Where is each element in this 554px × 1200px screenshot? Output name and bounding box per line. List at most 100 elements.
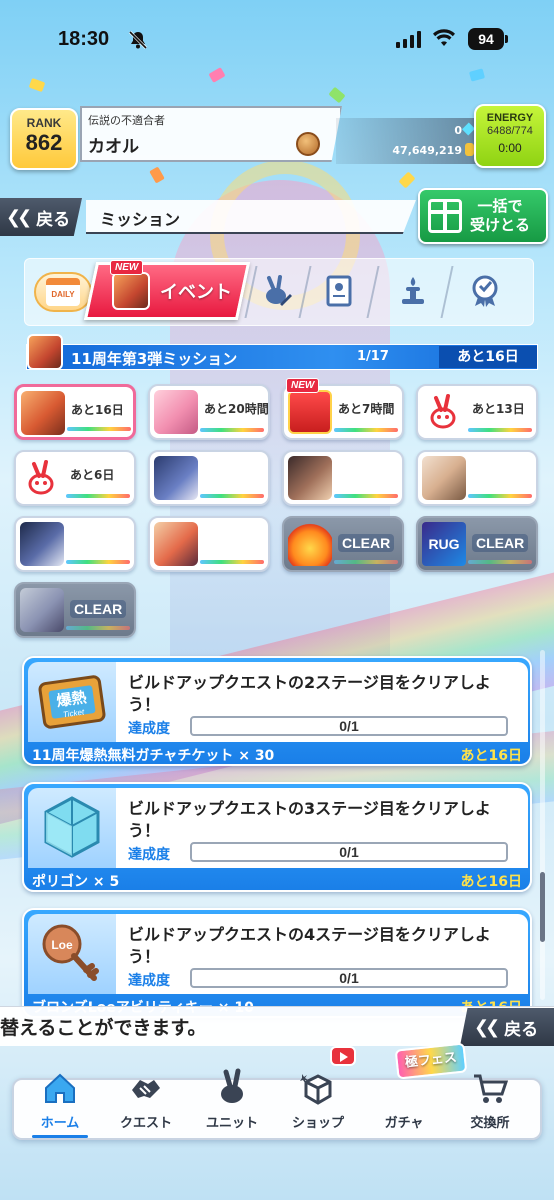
mission-remaining: あと16日: [460, 748, 522, 764]
nav-unit[interactable]: ユニット: [190, 1066, 274, 1140]
player-name: カオル: [88, 137, 139, 157]
card-remaining: あと13日: [472, 402, 525, 416]
rug-logo-icon: RUG: [422, 522, 466, 566]
coin-icon: [465, 143, 474, 156]
rank-label: RANK: [26, 116, 62, 130]
wifi-icon: [433, 29, 455, 46]
progress-value: 0/1: [339, 718, 359, 734]
mission-card[interactable]: [148, 450, 270, 506]
gem-count: 0: [454, 124, 462, 137]
mission-card[interactable]: あと20時間: [148, 384, 270, 440]
calendar-icon: DAILY: [46, 278, 80, 306]
card-progress-bar: [200, 494, 264, 498]
bulk-receive-button[interactable]: 一括で 受けとる: [418, 188, 548, 244]
character-portrait: [288, 456, 332, 500]
mission-row[interactable]: Loe ビルドアップクエストの4ステージ目をクリアしよう！ 達成度 0/1 ブロ…: [22, 908, 532, 1018]
progress-label: 達成度: [128, 973, 170, 989]
gift-box-icon: [428, 199, 462, 233]
mission-panel: ビルドアップクエストの2ステージ目をクリアしよう！ 達成度 0/1: [116, 662, 528, 742]
card-progress-bar: [468, 560, 532, 564]
mission-panel: ビルドアップクエストの3ステージ目をクリアしよう！ 達成度 0/1: [116, 788, 528, 868]
mission-remaining: あと16日: [460, 874, 522, 890]
nav-shop[interactable]: ショップ: [276, 1066, 360, 1140]
fountain-icon: [402, 277, 424, 304]
back-label: 戻る: [36, 209, 71, 230]
video-play-icon[interactable]: [330, 1046, 356, 1066]
tab-daily[interactable]: DAILY: [34, 272, 92, 312]
nav-home[interactable]: ホーム: [18, 1066, 102, 1140]
nav-exchange[interactable]: 交換所: [448, 1066, 532, 1140]
card-document-icon: [326, 275, 352, 307]
card-remaining: あと16日: [71, 403, 124, 417]
card-progress-bar: [334, 494, 398, 498]
rank-value: 862: [25, 130, 63, 155]
exchange-cart-icon: [474, 1074, 509, 1103]
mission-card-cleared[interactable]: RUG CLEAR: [416, 516, 538, 572]
nav-unit-label: ユニット: [205, 1116, 258, 1131]
mission-card[interactable]: [282, 450, 404, 506]
progress-value: 0/1: [339, 970, 359, 986]
new-badge: NEW: [286, 378, 320, 393]
energy-value: 6488/774: [487, 125, 533, 137]
mission-reward: ポリゴン × 5: [32, 874, 120, 890]
tab-unit[interactable]: [256, 270, 298, 312]
tab-fountain[interactable]: [392, 270, 434, 312]
character-portrait: [422, 456, 466, 500]
character-portrait: [21, 391, 65, 435]
back-button[interactable]: ❮❮ 戻る: [0, 198, 82, 236]
event-character-icon: [112, 272, 150, 310]
rabbit-mark-icon: [28, 460, 54, 495]
progress-label: 達成度: [128, 721, 170, 737]
shop-box-icon: [300, 1074, 332, 1105]
mission-card[interactable]: [416, 450, 538, 506]
card-progress-bar: [66, 626, 130, 630]
player-panel[interactable]: 伝説の不適合者 カオル: [80, 106, 342, 162]
nav-shop-label: ショップ: [291, 1116, 344, 1131]
ticker-text: 替えることができます。: [0, 1017, 207, 1039]
clear-label: CLEAR: [472, 534, 529, 552]
ticket-icon: 爆熱 Ticket: [28, 662, 116, 742]
progress-bar: 0/1: [190, 968, 508, 988]
mission-row[interactable]: 爆熱 Ticket ビルドアップクエストの2ステージ目をクリアしよう！ 達成度 …: [22, 656, 532, 766]
nav-home-label: ホーム: [40, 1116, 80, 1131]
key-icon-text: Loe: [51, 938, 73, 952]
nav-quest[interactable]: クエスト: [104, 1066, 188, 1140]
page-title-bar: ミッション: [86, 200, 416, 234]
double-chevron-left-icon: ❮❮: [474, 1016, 500, 1038]
event-character-icon: [27, 334, 63, 370]
rabbit-mark-icon: [430, 394, 456, 429]
bulk-receive-label-line2: 受けとる: [470, 216, 531, 234]
mission-row[interactable]: ビルドアップクエストの3ステージ目をクリアしよう！ 達成度 0/1 ポリゴン ×…: [22, 782, 532, 892]
card-remaining: あと7時間: [338, 402, 395, 416]
tab-record[interactable]: [318, 270, 360, 312]
quest-handshake-icon: [132, 1080, 160, 1098]
scrollbar-thumb[interactable]: [540, 872, 545, 942]
mission-card[interactable]: あと13日: [416, 384, 538, 440]
energy-badge[interactable]: ENERGY 6488/774 0:00: [474, 104, 546, 168]
mission-card[interactable]: あと6日: [14, 450, 136, 506]
card-progress-bar: [66, 560, 130, 564]
card-progress-bar: [66, 494, 130, 498]
tab-event-label: イベント: [160, 282, 232, 303]
mission-card[interactable]: [148, 516, 270, 572]
mission-card[interactable]: あと16日: [14, 384, 136, 440]
mission-description: ビルドアップクエストの3ステージ目をクリアしよう！: [128, 799, 491, 840]
character-portrait: [20, 588, 64, 632]
mission-list-scrollbar[interactable]: [540, 650, 545, 1000]
progress-bar: 0/1: [190, 716, 508, 736]
mission-card-cleared[interactable]: CLEAR: [282, 516, 404, 572]
rosette-badge-icon: [472, 275, 498, 307]
mission-card[interactable]: [14, 516, 136, 572]
bulk-receive-label-line1: 一括で: [477, 197, 523, 215]
card-progress-bar: [468, 428, 532, 432]
back-label: 戻る: [504, 1019, 539, 1040]
card-progress-bar: [334, 428, 398, 432]
tab-badge[interactable]: [464, 270, 506, 312]
mission-description: ビルドアップクエストの2ステージ目をクリアしよう！: [128, 673, 491, 714]
rank-badge[interactable]: RANK 862: [10, 108, 78, 170]
battery-indicator: 94: [468, 28, 508, 50]
mission-card-cleared[interactable]: CLEAR: [14, 582, 136, 638]
energy-label: ENERGY: [486, 112, 534, 124]
card-progress-bar: [468, 494, 532, 498]
back-button-bottom[interactable]: ❮❮ 戻る: [460, 1008, 554, 1046]
